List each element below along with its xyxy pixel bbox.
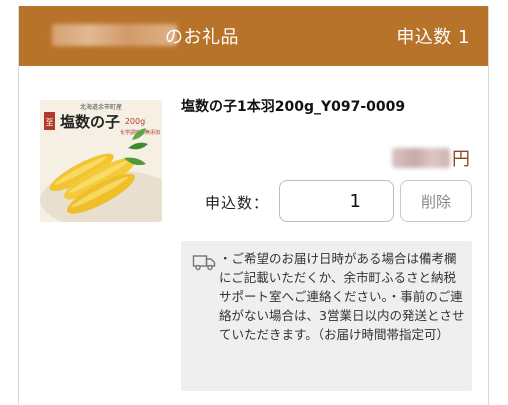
product-price: 円 [392,146,470,170]
image-weight-text: 200g [125,117,145,126]
quantity-input[interactable] [279,180,394,222]
price-unit: 円 [452,149,470,170]
product-title[interactable]: 塩数の子1本羽200g_Y097-0009 [181,96,405,116]
image-top-text: 北海道余市町産 [80,103,122,111]
product-image[interactable]: 北海道余市町産 至 塩数の子 200g 化学調味料無添加 [40,100,162,222]
gift-card: のお礼品 申込数 1 北海道余市町産 至 塩数の子 200g 化学調味料無添加 [18,6,489,405]
gift-header: のお礼品 申込数 1 [19,6,488,66]
redacted-municipality-name [52,24,177,46]
quantity-label: 申込数： [205,194,270,212]
notice-text: ・ご希望のお届け日時がある場合は備考欄にご記載いただくか、余市町ふるさと納税サポ… [219,251,465,342]
cart-item: 北海道余市町産 至 塩数の子 200g 化学調味料無添加 塩数 [19,66,488,405]
truck-icon [192,253,216,275]
image-badge-text: 至 [46,118,54,127]
delete-button[interactable]: 削除 [400,180,472,222]
redacted-price [392,148,450,168]
header-title-suffix: のお礼品 [165,27,239,48]
application-count: 申込数 1 [396,27,470,48]
delivery-notice: ・ご希望のお届け日時がある場合は備考欄にご記載いただくか、余市町ふるさと納税サポ… [181,241,472,391]
image-brand-text: 塩数の子 [60,113,120,131]
